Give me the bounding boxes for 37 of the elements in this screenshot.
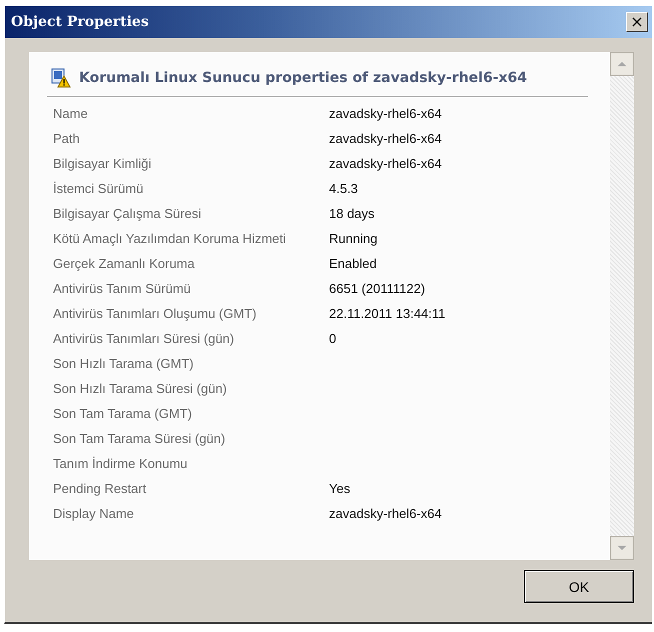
property-label: Bilgisayar Kimliği <box>53 156 152 171</box>
property-label: Antivirüs Tanımları Süresi (gün) <box>53 331 236 346</box>
property-value: Yes <box>329 481 352 496</box>
property-label: Son Hızlı Tarama (GMT) <box>53 356 195 371</box>
window-title: Object Properties <box>11 14 149 30</box>
property-label: Gerçek Zamanlı Koruma <box>53 256 196 271</box>
panel-heading: Korumalı Linux Sunucu properties of zavadsky-rhel6-x64 <box>79 70 528 86</box>
property-label: Son Hızlı Tarama Süresi (gün) <box>53 381 228 396</box>
property-value: Enabled <box>329 256 378 271</box>
property-value: zavadsky-rhel6-x64 <box>329 506 443 521</box>
property-label: Pending Restart <box>53 481 148 496</box>
property-value: Running <box>329 231 378 246</box>
property-value: 4.5.3 <box>329 181 359 196</box>
property-value: 0 <box>329 331 338 346</box>
property-label: Son Tam Tarama Süresi (gün) <box>53 431 226 446</box>
property-value: zavadsky-rhel6-x64 <box>329 106 443 121</box>
property-value: zavadsky-rhel6-x64 <box>329 156 443 171</box>
property-label: Name <box>53 106 89 121</box>
property-label: Bilgisayar Çalışma Süresi <box>53 206 202 221</box>
property-value: 22.11.2011 13:44:11 <box>329 306 446 321</box>
property-value: 6651 (20111122) <box>329 281 426 296</box>
property-label: Path <box>53 131 81 146</box>
property-label: Tanım İndirme Konumu <box>53 456 188 471</box>
computer-warning-icon <box>51 68 71 88</box>
property-label: Antivirüs Tanımları Oluşumu (GMT) <box>53 306 258 321</box>
property-label: Kötü Amaçlı Yazılımdan Koruma Hizmeti <box>53 231 287 246</box>
property-label: Antivirüs Tanım Sürümü <box>53 281 192 296</box>
property-value: 18 days <box>329 206 376 221</box>
property-label: Son Tam Tarama (GMT) <box>53 406 193 421</box>
property-value: zavadsky-rhel6-x64 <box>329 131 443 146</box>
scroll-up-button[interactable] <box>610 52 634 76</box>
scroll-down-button[interactable] <box>610 536 634 560</box>
property-label: İstemci Sürümü <box>53 181 144 196</box>
vertical-scrollbar[interactable] <box>610 52 634 560</box>
close-button[interactable]: × <box>626 12 648 32</box>
ok-button[interactable]: OK <box>524 570 634 603</box>
property-label: Display Name <box>53 506 135 521</box>
